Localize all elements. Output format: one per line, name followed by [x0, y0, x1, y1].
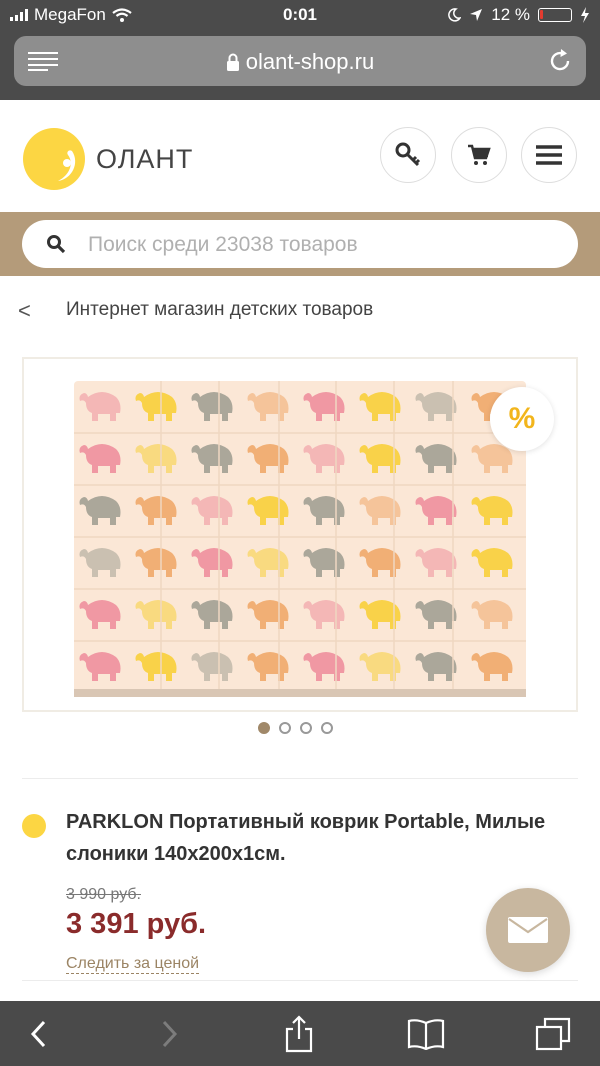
location-arrow-icon: [470, 9, 483, 21]
bookmarks-icon: [407, 1019, 445, 1050]
product-image: [74, 381, 526, 697]
browser-toolbar: [0, 1001, 600, 1066]
availability-dot: [22, 814, 46, 838]
url-display: olant-shop.ru: [14, 49, 586, 75]
slider-pagination: [258, 722, 333, 734]
url-text: olant-shop.ru: [245, 49, 375, 74]
battery-percent: 12 %: [491, 5, 530, 24]
slide-dot-2[interactable]: [279, 722, 291, 734]
key-icon: [395, 142, 421, 167]
olant-logo-icon[interactable]: [22, 127, 86, 191]
forward-icon: [162, 1020, 178, 1048]
browser-bar: olant-shop.ru: [0, 30, 600, 100]
back-icon: [30, 1020, 46, 1048]
tabs-icon: [535, 1017, 571, 1051]
share-icon: [285, 1015, 313, 1053]
back-button[interactable]: [18, 1015, 58, 1053]
follow-price-link[interactable]: Следить за ценой: [66, 955, 200, 974]
product-title: PARKLON Портативный коврик Portable, Мил…: [66, 811, 546, 865]
battery-icon: [538, 8, 572, 22]
bookmarks-button[interactable]: [406, 1015, 446, 1053]
breadcrumb[interactable]: < Интернет магазин детских товаров: [0, 290, 600, 330]
moon-icon: [448, 8, 462, 22]
forward-button[interactable]: [150, 1015, 190, 1053]
discount-badge[interactable]: %: [490, 387, 554, 451]
search-placeholder: Поиск среди 23038 товаров: [88, 233, 358, 256]
contact-mail-button[interactable]: [486, 888, 570, 972]
share-button[interactable]: [279, 1015, 319, 1053]
address-bar[interactable]: olant-shop.ru: [14, 36, 586, 86]
search-icon: [47, 235, 66, 254]
menu-icon: [536, 145, 562, 165]
mail-icon: [508, 917, 548, 943]
chevron-left-icon[interactable]: <: [18, 298, 31, 324]
old-price: 3 990 руб.: [66, 886, 141, 903]
divider: [22, 980, 578, 981]
slide-dot-1[interactable]: [258, 722, 270, 734]
search-input[interactable]: Поиск среди 23038 товаров: [22, 220, 578, 268]
divider: [22, 778, 578, 779]
tabs-button[interactable]: [533, 1015, 573, 1053]
login-button[interactable]: [380, 127, 436, 183]
cart-icon: [468, 144, 491, 165]
product-image-gallery[interactable]: %: [22, 357, 578, 712]
slide-dot-3[interactable]: [300, 722, 312, 734]
lock-icon: [226, 53, 239, 71]
charging-bolt-icon: [581, 7, 589, 23]
status-right: 12 %: [447, 5, 590, 25]
menu-button[interactable]: [521, 127, 577, 183]
site-header: ОЛАНТ: [0, 100, 600, 212]
battery-fill: [540, 10, 543, 19]
reload-icon[interactable]: [548, 49, 572, 73]
breadcrumb-label[interactable]: Интернет магазин детских товаров: [66, 299, 373, 321]
current-price: 3 391 руб.: [66, 908, 207, 940]
search-bar: Поиск среди 23038 товаров: [0, 212, 600, 276]
logo-text: ОЛАНТ: [96, 144, 194, 174]
slide-dot-4[interactable]: [321, 722, 333, 734]
cart-button[interactable]: [451, 127, 507, 183]
status-bar: MegaFon 0:01 12 %: [0, 0, 600, 30]
